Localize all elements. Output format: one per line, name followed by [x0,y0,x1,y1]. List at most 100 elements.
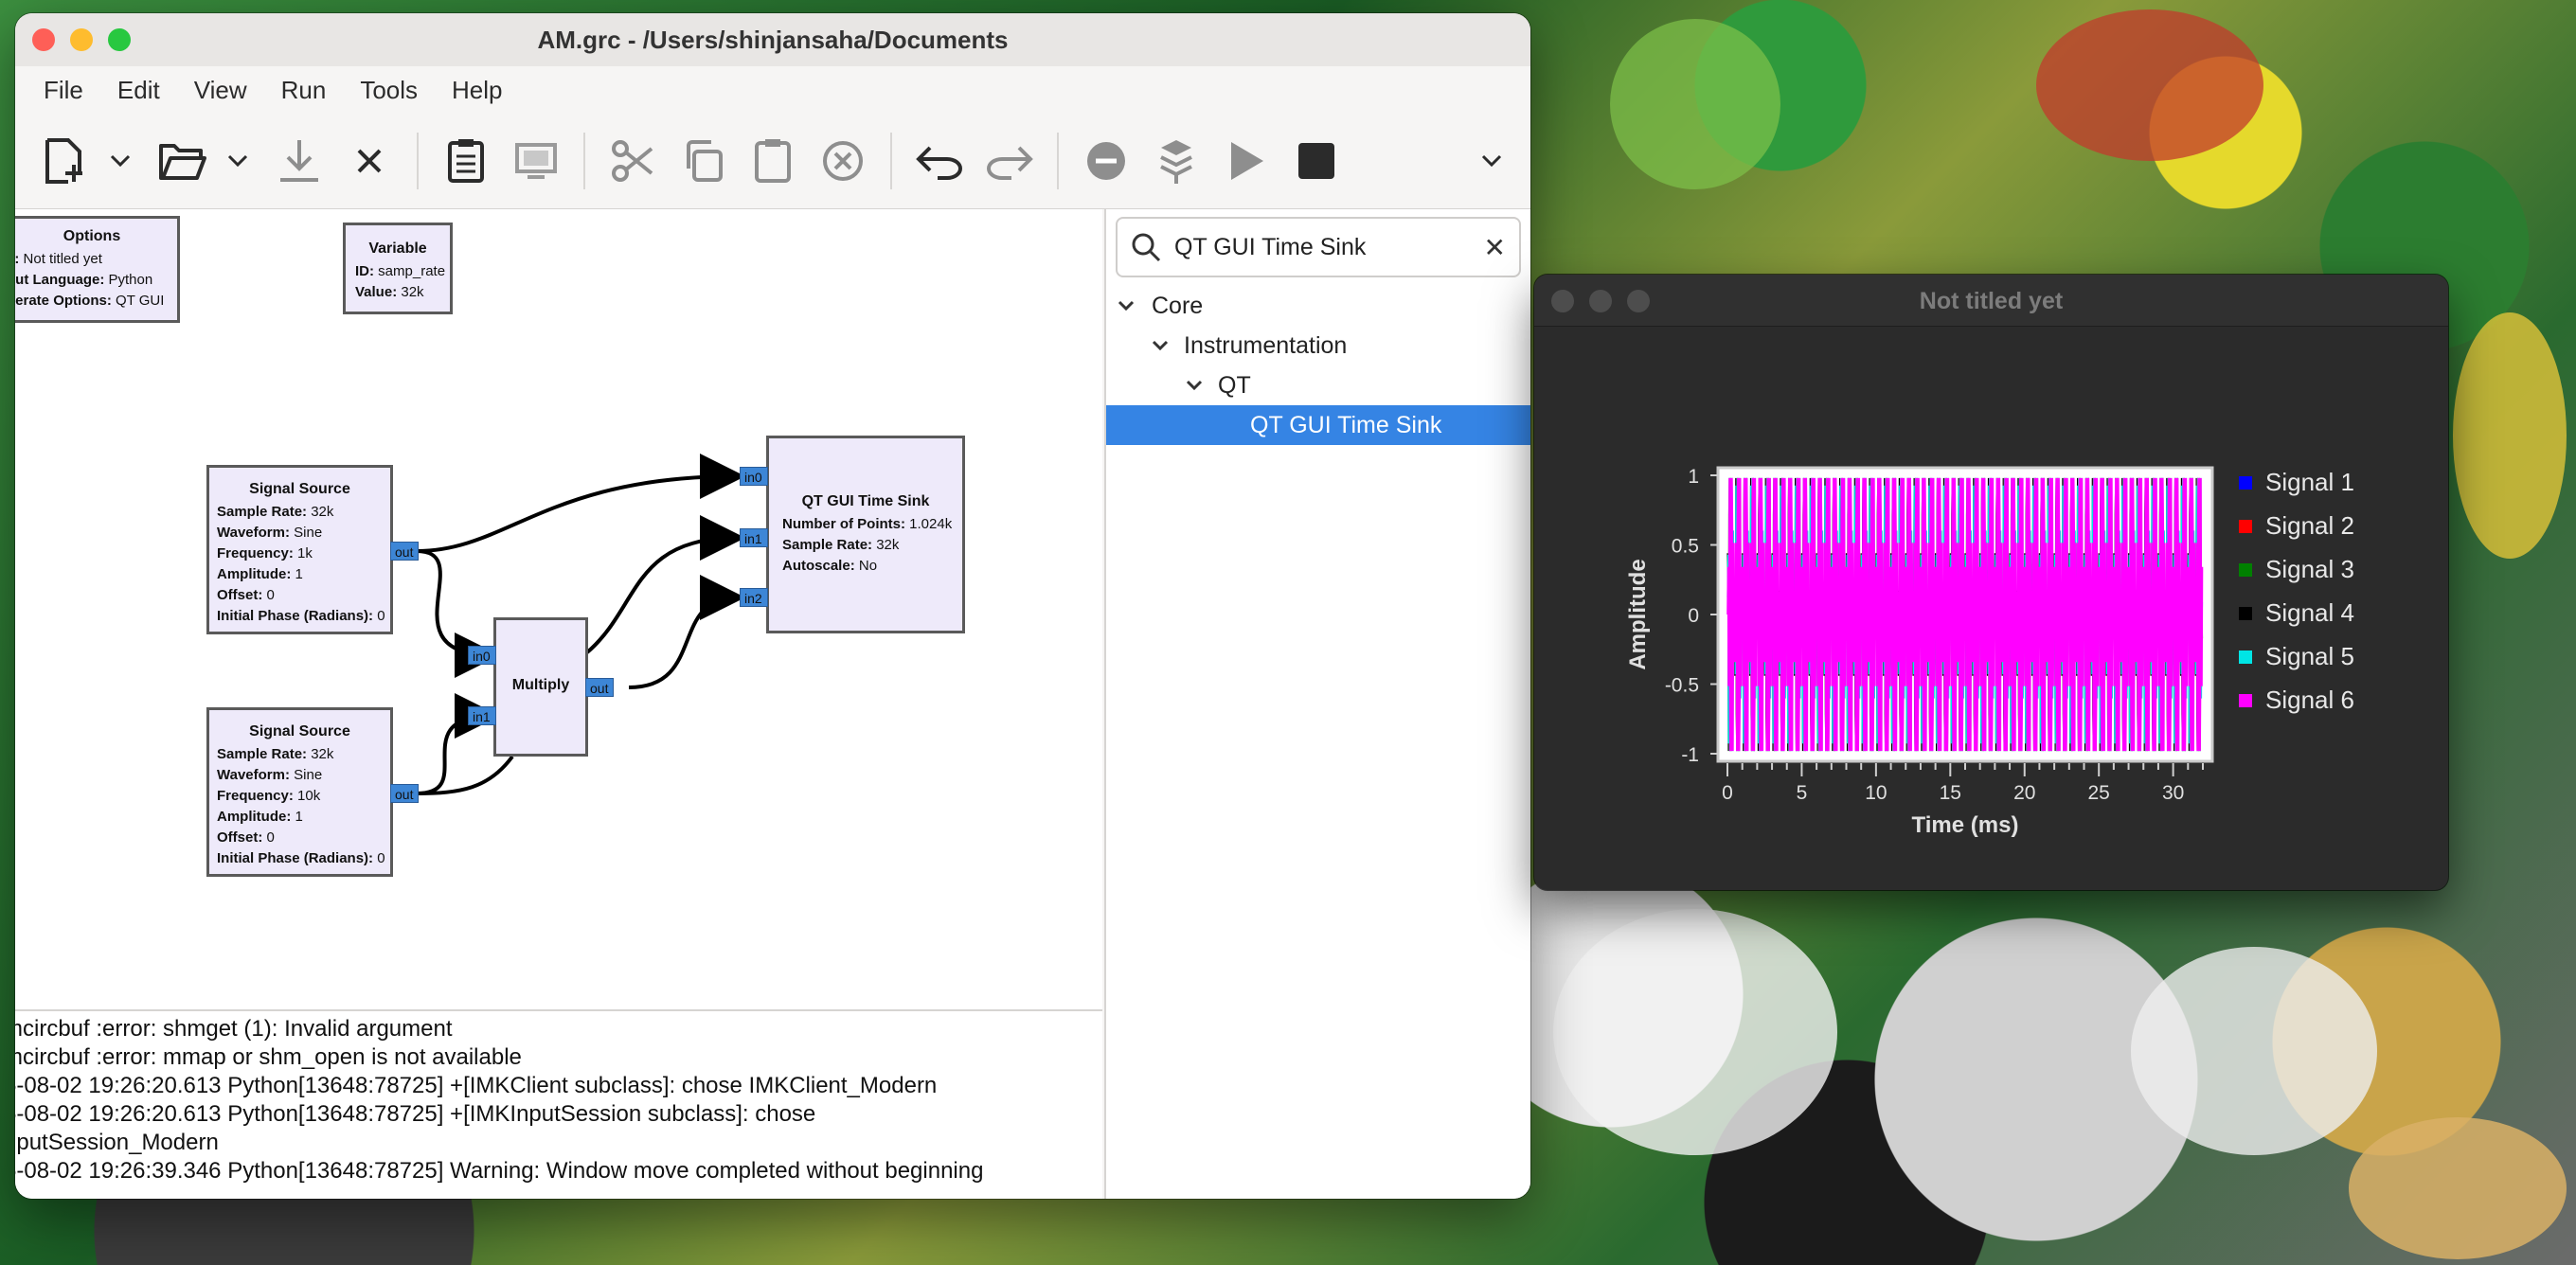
menu-file[interactable]: File [28,70,98,111]
block-param: Value: 32k [355,284,424,300]
maximize-window-button[interactable] [108,28,131,51]
legend-item[interactable]: Signal 5 [2239,642,2354,671]
tree-item-core[interactable]: Core [1106,286,1530,326]
open-dropdown-icon[interactable] [222,131,254,191]
y-axis: 1 0.5 0 -0.5 -1 [1665,466,1718,766]
menu-tools[interactable]: Tools [345,70,433,111]
block-title: Variable [368,241,427,257]
legend-item[interactable]: Signal 4 [2239,598,2354,628]
menu-help[interactable]: Help [437,70,517,111]
bypass-icon[interactable] [1146,131,1207,191]
input-port[interactable]: in0 [740,467,768,486]
wallpaper-shape [2453,312,2567,559]
signal-source-block[interactable]: Signal Source Sample Rate: 32k Waveform:… [206,707,393,877]
disable-icon[interactable] [1076,131,1136,191]
block-param: Frequency: 10k [217,788,321,804]
toolbar-separator [583,133,585,189]
delete-icon[interactable] [813,131,873,191]
connection-mult-sink-in1 [585,515,745,654]
wallpaper-shape [1553,909,1837,1155]
screen-icon[interactable] [506,131,566,191]
output-port[interactable]: out [390,542,419,561]
legend-swatch [2239,562,2252,577]
input-port[interactable]: in0 [468,646,496,665]
flowgraph-canvas[interactable]: Options e: Not titled yet put Language: … [15,209,1102,1009]
x-axis-label: Time (ms) [1912,812,2019,838]
block-param: Initial Phase (Radians): 0 [217,850,385,866]
console-line: mcircbuf :error: mmap or shm_open is not… [15,1044,522,1070]
menu-edit[interactable]: Edit [102,70,175,111]
x-tick-label: 5 [1797,782,1808,804]
output-port[interactable]: out [585,678,614,697]
undo-icon[interactable] [909,131,970,191]
y-axis-label: Amplitude [1625,559,1651,669]
console-line: mcircbuf :error: shmget (1): Invalid arg… [15,1016,453,1042]
block-title: Signal Source [249,723,350,739]
block-param: Offset: 0 [217,829,275,846]
legend-item[interactable]: Signal 1 [2239,468,2354,497]
redo-icon[interactable] [979,131,1040,191]
input-port[interactable]: in2 [740,588,768,607]
output-port[interactable]: out [390,784,419,803]
block-param: e: Not titled yet [15,251,102,267]
legend-item[interactable]: Signal 2 [2239,511,2354,541]
clipboard-icon[interactable] [436,131,496,191]
input-port[interactable]: in1 [740,528,768,547]
toolbar-separator [417,133,419,189]
variable-block[interactable]: Variable ID: samp_rate Value: 32k [343,223,453,314]
run-icon[interactable] [1216,131,1277,191]
tree-item-label: QT GUI Time Sink [1250,411,1442,438]
save-icon[interactable] [269,131,330,191]
connection-src1-sink-in0 [416,454,745,553]
close-icon[interactable] [339,131,400,191]
x-tick-label: 20 [2013,782,2035,804]
clear-search-icon[interactable]: ✕ [1484,232,1506,263]
block-title: Signal Source [249,481,350,497]
block-search-box[interactable]: QT GUI Time Sink ✕ [1116,217,1521,277]
close-window-button[interactable] [32,28,55,51]
wallpaper-shape [2036,9,2263,161]
legend-item[interactable]: Signal 6 [2239,686,2354,715]
stop-icon[interactable] [1286,131,1347,191]
new-file-icon[interactable] [34,131,95,191]
block-library-panel: QT GUI Time Sink ✕ Core Instrumentation … [1104,209,1530,1199]
cut-icon[interactable] [602,131,663,191]
block-title: Options [63,228,121,244]
console-output[interactable]: mcircbuf :error: shmget (1): Invalid arg… [15,1009,1102,1199]
y-tick-label: 1 [1688,466,1699,488]
toolbar [15,114,1530,209]
menu-view[interactable]: View [179,70,262,111]
x-tick-label: 25 [2088,782,2110,804]
chevron-down-icon [1186,380,1203,391]
multiply-block[interactable]: Multiply [493,617,588,757]
block-param: Number of Points: 1.024k [782,516,953,532]
tree-item-qt[interactable]: QT [1106,365,1530,405]
signal-source-block[interactable]: Signal Source Sample Rate: 32k Waveform:… [206,465,393,634]
tree-item-qt-gui-time-sink[interactable]: QT GUI Time Sink [1106,405,1530,445]
block-title: QT GUI Time Sink [801,493,930,509]
minimize-window-button[interactable] [70,28,93,51]
new-dropdown-icon[interactable] [104,131,136,191]
options-block[interactable]: Options e: Not titled yet put Language: … [15,216,180,323]
legend-item[interactable]: Signal 3 [2239,555,2354,584]
open-folder-icon[interactable] [152,131,212,191]
paste-icon[interactable] [742,131,803,191]
toolbar-separator [1057,133,1059,189]
tree-item-instrumentation[interactable]: Instrumentation [1106,326,1530,365]
block-param: Amplitude: 1 [217,566,303,582]
more-dropdown-icon[interactable] [1476,131,1508,191]
x-tick-label: 0 [1722,782,1733,804]
block-param: nerate Options: QT GUI [15,293,165,309]
tree-item-label: QT [1218,371,1251,399]
time-sink-block[interactable]: QT GUI Time Sink Number of Points: 1.024… [766,436,965,633]
chevron-down-icon [1118,300,1135,312]
search-input[interactable]: QT GUI Time Sink [1174,234,1366,261]
input-port[interactable]: in1 [468,706,496,725]
block-param: Frequency: 1k [217,545,313,561]
plot-title-bar: Not titled yet [1534,275,2448,327]
x-tick-label: 30 [2162,782,2184,804]
legend-swatch [2239,519,2252,533]
copy-icon[interactable] [672,131,733,191]
menu-run[interactable]: Run [266,70,342,111]
connection-src1-mult-in0 [416,549,500,678]
